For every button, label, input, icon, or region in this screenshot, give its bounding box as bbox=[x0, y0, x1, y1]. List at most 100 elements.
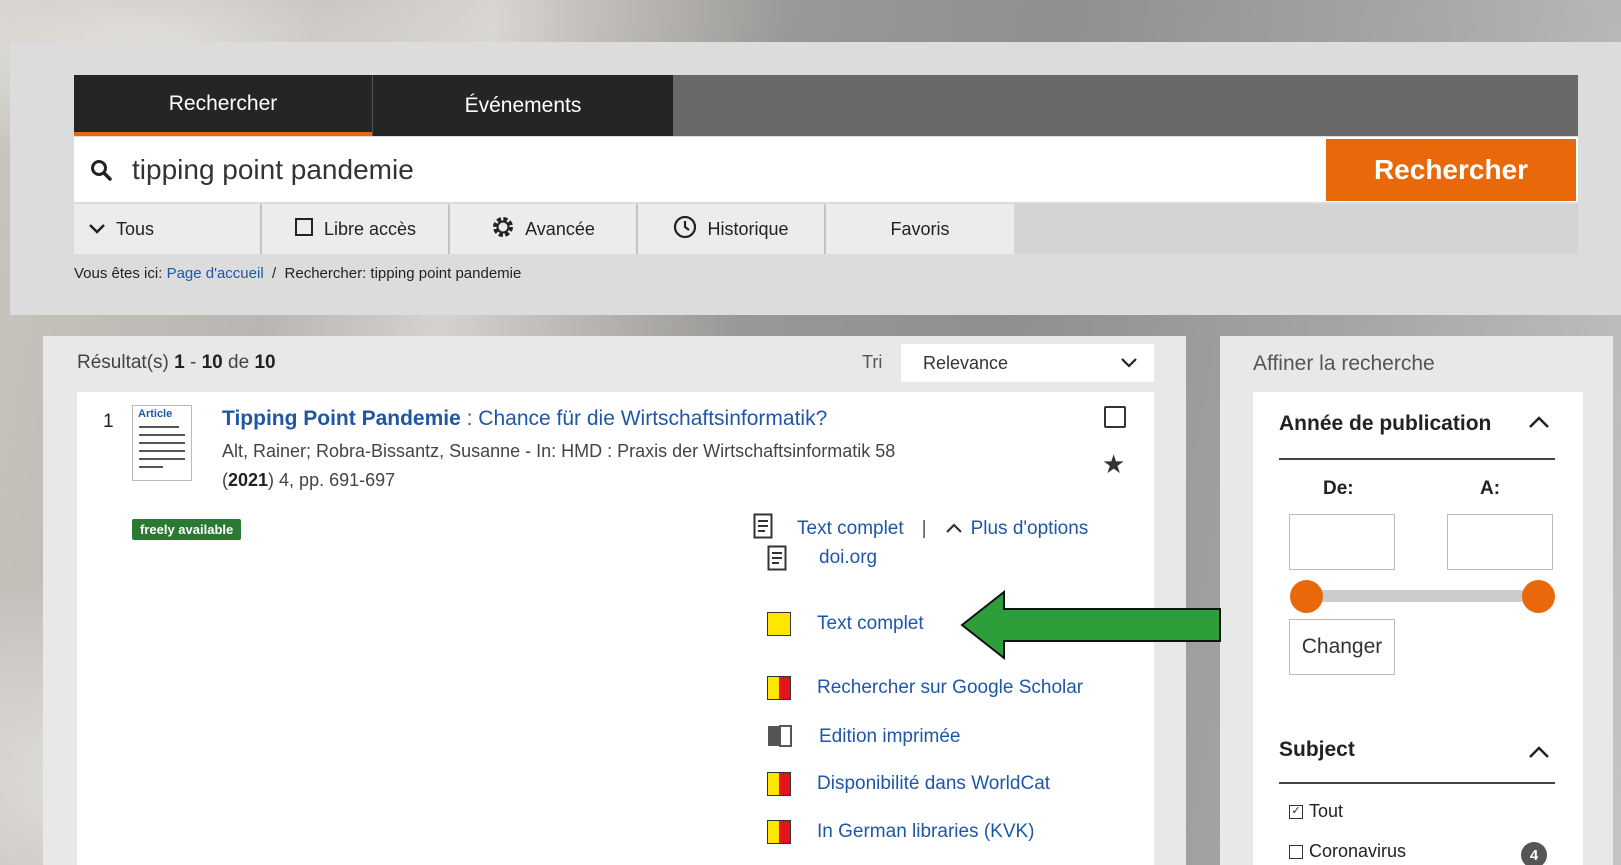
link-label: doi.org bbox=[819, 547, 878, 568]
year-to-label: A: bbox=[1480, 478, 1501, 499]
tab-label: Rechercher bbox=[168, 91, 278, 115]
yellow-square-icon bbox=[767, 612, 791, 636]
breadcrumb-home-link[interactable]: Page d'accueil bbox=[167, 265, 264, 282]
facet-divider bbox=[1279, 782, 1555, 784]
tab-bar: Rechercher Événements bbox=[74, 75, 1578, 136]
tab-label: Événements bbox=[464, 93, 582, 117]
checked-checkbox-icon: ✓ bbox=[1289, 804, 1303, 819]
results-total: 10 bbox=[254, 352, 276, 373]
facet-divider bbox=[1279, 458, 1555, 460]
breadcrumb-prefix: Vous êtes ici: bbox=[74, 265, 163, 282]
yellow-red-icon bbox=[767, 676, 791, 700]
favorites-button[interactable]: Favoris bbox=[826, 204, 1014, 254]
star-icon[interactable]: ★ bbox=[1102, 451, 1125, 477]
title-main: Tipping Point Pandemie bbox=[222, 407, 461, 430]
scope-label: Tous bbox=[116, 218, 155, 239]
subject-item-coronavirus[interactable]: Coronavirus bbox=[1289, 841, 1406, 862]
yellow-red-icon bbox=[767, 820, 791, 844]
tab-evenements[interactable]: Événements bbox=[372, 75, 673, 136]
tab-rechercher[interactable]: Rechercher bbox=[74, 75, 372, 136]
freely-available-badge: freely available bbox=[132, 519, 242, 540]
count-badge: 4 bbox=[1521, 842, 1547, 865]
authors-rest: ) 4, pp. 691-697 bbox=[268, 470, 396, 490]
title-sub: : Chance für die Wirtschaftsinformatik? bbox=[460, 407, 828, 430]
search-button[interactable]: Rechercher bbox=[1326, 138, 1576, 201]
search-icon bbox=[74, 159, 128, 181]
scope-dropdown[interactable]: Tous bbox=[74, 204, 262, 254]
year-slider-track[interactable] bbox=[1303, 590, 1539, 602]
change-button[interactable]: Changer bbox=[1289, 619, 1395, 675]
result-number: 1 bbox=[103, 411, 114, 432]
result-title-link[interactable]: Tipping Point Pandemie : Chance für die … bbox=[222, 407, 827, 431]
link-label: Text complet bbox=[817, 613, 924, 634]
separator: | bbox=[921, 518, 927, 539]
chevron-up-icon[interactable] bbox=[1527, 740, 1551, 766]
breadcrumb: Vous êtes ici: Page d'accueil / Recherch… bbox=[74, 265, 521, 282]
link-google-scholar[interactable]: Rechercher sur Google Scholar bbox=[767, 676, 1083, 700]
results-dash: - bbox=[190, 352, 197, 373]
link-kvk[interactable]: In German libraries (KVK) bbox=[767, 820, 1035, 844]
link-fulltext[interactable]: Text complet bbox=[767, 612, 924, 636]
open-access-toggle[interactable]: Libre accès bbox=[262, 204, 450, 254]
results-label: Résultat(s) bbox=[77, 352, 169, 373]
yellow-red-icon bbox=[767, 772, 791, 796]
select-checkbox[interactable] bbox=[1104, 406, 1126, 428]
search-bar: tipping point pandemie Rechercher bbox=[74, 137, 1578, 202]
advanced-search-button[interactable]: Avancée bbox=[450, 204, 638, 254]
chevron-up-icon[interactable] bbox=[1527, 410, 1551, 436]
document-icon bbox=[753, 513, 773, 545]
sidebar-title: Affiner la recherche bbox=[1253, 352, 1435, 375]
subject-label: Coronavirus bbox=[1309, 841, 1407, 861]
results-from: 1 bbox=[174, 352, 185, 373]
result-actions: Text complet | Plus d'options bbox=[753, 513, 1088, 545]
checkbox-icon bbox=[294, 217, 314, 242]
link-doi[interactable]: doi.org bbox=[767, 545, 877, 571]
search-toolbar: Tous Libre accès Avancée Historique Favo… bbox=[74, 204, 1578, 254]
chevron-down-icon bbox=[1120, 353, 1138, 374]
year-from-input[interactable] bbox=[1289, 514, 1395, 570]
results-to: 10 bbox=[201, 352, 223, 373]
link-label: In German libraries (KVK) bbox=[817, 821, 1035, 842]
breadcrumb-separator: / bbox=[272, 265, 277, 282]
search-input[interactable]: tipping point pandemie bbox=[128, 154, 1326, 186]
history-label: Historique bbox=[707, 218, 789, 239]
chevron-down-icon bbox=[88, 219, 106, 240]
type-label: Article bbox=[138, 408, 173, 420]
favorites-label: Favoris bbox=[890, 218, 950, 239]
clock-icon bbox=[673, 215, 697, 244]
authors-line: Alt, Rainer; Robra-Bissantz, Susanne - I… bbox=[222, 441, 896, 461]
subject-label: Tout bbox=[1309, 801, 1344, 821]
history-button[interactable]: Historique bbox=[638, 204, 826, 254]
article-thumbnail[interactable]: Article bbox=[132, 405, 192, 481]
link-print-edition[interactable]: Edition imprimée bbox=[767, 724, 961, 750]
year-to-input[interactable] bbox=[1447, 514, 1553, 570]
link-worldcat[interactable]: Disponibilité dans WorldCat bbox=[767, 772, 1050, 796]
year-slider-min-handle[interactable] bbox=[1290, 580, 1323, 613]
results-count: Résultat(s) 1 - 10 de 10 bbox=[77, 352, 276, 374]
chevron-up-icon bbox=[945, 518, 963, 540]
more-options-link[interactable]: Plus d'options bbox=[971, 518, 1089, 540]
annotation-arrow bbox=[960, 589, 1222, 665]
subject-facet-title[interactable]: Subject bbox=[1279, 738, 1355, 762]
sort-value: Relevance bbox=[923, 352, 1009, 373]
year-from-label: De: bbox=[1323, 478, 1354, 499]
book-icon bbox=[767, 724, 793, 750]
open-access-label: Libre accès bbox=[323, 218, 417, 239]
year-facet-title[interactable]: Année de publication bbox=[1279, 412, 1491, 436]
fulltext-link[interactable]: Text complet bbox=[797, 518, 904, 540]
result-authors: Alt, Rainer; Robra-Bissantz, Susanne - I… bbox=[222, 437, 1042, 495]
link-label: Disponibilité dans WorldCat bbox=[817, 773, 1051, 794]
breadcrumb-current: Rechercher: tipping point pandemie bbox=[284, 265, 522, 282]
sort-label: Tri bbox=[862, 352, 883, 372]
year: 2021 bbox=[228, 470, 269, 490]
link-label: Rechercher sur Google Scholar bbox=[817, 677, 1084, 698]
results-of: de bbox=[228, 352, 250, 373]
advanced-label: Avancée bbox=[525, 218, 595, 239]
sort-select[interactable]: Relevance bbox=[901, 344, 1154, 382]
document-icon bbox=[767, 545, 793, 571]
gear-icon bbox=[491, 215, 515, 244]
checkbox-icon bbox=[1289, 844, 1303, 859]
link-label: Edition imprimée bbox=[819, 726, 961, 747]
year-slider-max-handle[interactable] bbox=[1522, 580, 1555, 613]
subject-item-all[interactable]: ✓ Tout bbox=[1289, 801, 1343, 822]
